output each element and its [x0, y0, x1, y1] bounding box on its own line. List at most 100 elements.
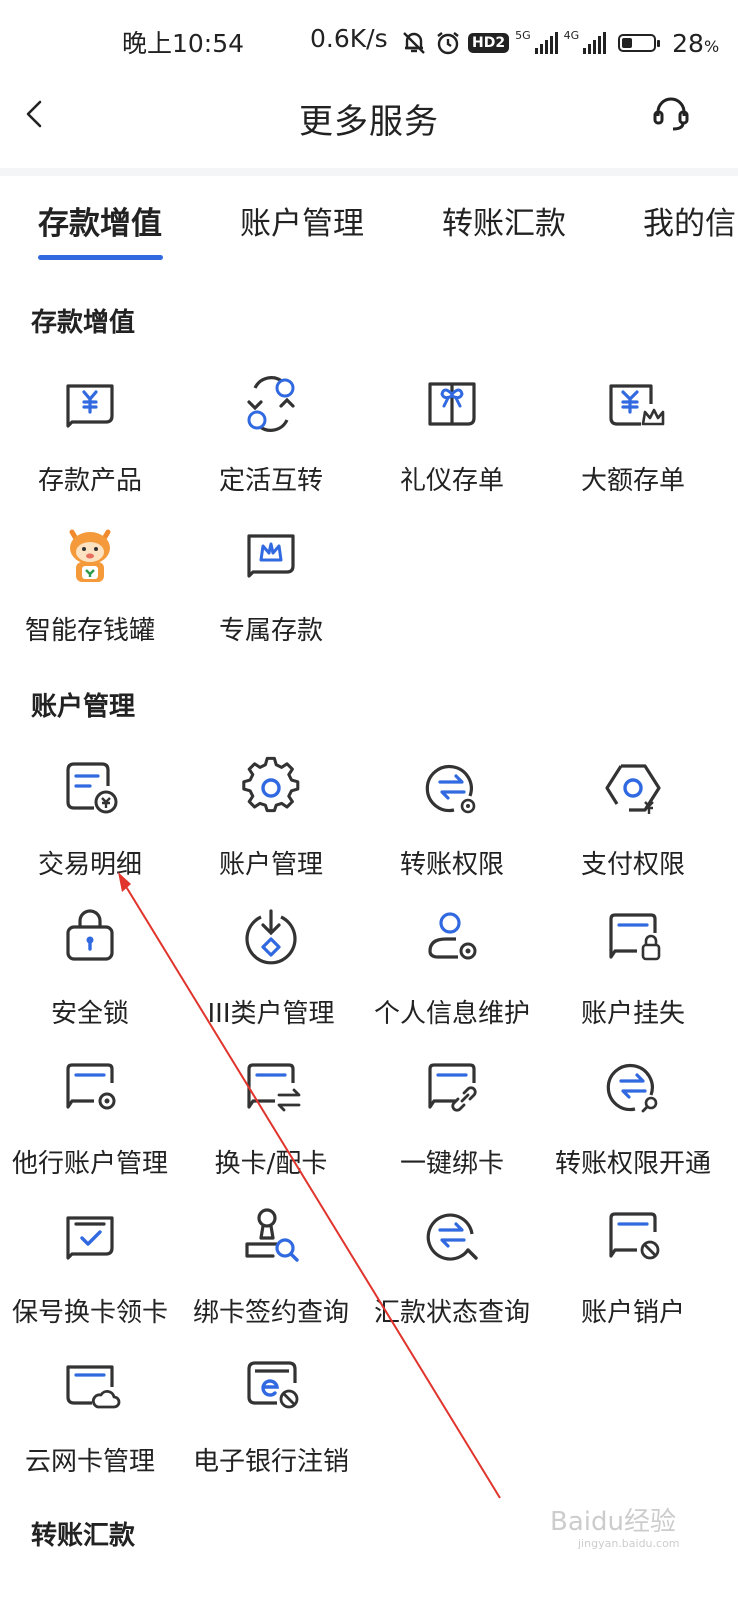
service-item[interactable]: 他行账户管理 — [0, 1055, 180, 1195]
service-label: 个人信息维护 — [373, 999, 530, 1029]
service-item[interactable]: 转账权限 — [362, 756, 542, 896]
ebank-cancel-icon — [247, 1361, 299, 1409]
service-label: 云网卡管理 — [24, 1447, 155, 1477]
service-item[interactable]: 支付权限 — [543, 756, 723, 896]
large-deposit-icon — [609, 384, 665, 426]
status-icons: HD2 5G 4G 28% — [400, 26, 719, 60]
alarm-icon — [437, 32, 459, 55]
app-header: 更多服务 — [0, 84, 738, 160]
section-title-transfer: 转账汇款 — [31, 1521, 136, 1551]
card-gear-icon — [66, 1063, 116, 1110]
service-item[interactable]: 专属存款 — [181, 522, 361, 662]
service-item[interactable]: 定活互转 — [181, 372, 361, 512]
service-item[interactable]: 交易明细 — [0, 756, 180, 896]
service-label: 交易明细 — [37, 850, 142, 880]
service-item[interactable]: 云网卡管理 — [0, 1353, 180, 1493]
service-item[interactable]: 一键绑卡 — [362, 1055, 542, 1195]
payment-permission-icon — [605, 764, 661, 814]
network-5g-label: 5G — [515, 28, 531, 42]
battery-icon — [618, 34, 661, 52]
battery-percent: 28% — [672, 28, 720, 58]
transaction-details-icon — [66, 762, 118, 814]
customer-service-headset-icon[interactable] — [650, 92, 692, 134]
service-label: 专属存款 — [218, 616, 323, 646]
service-label: 安全锁 — [50, 999, 129, 1029]
remittance-query-icon — [426, 1213, 478, 1261]
baidu-jingyan-watermark: Baidu经验 jingyan.baidu.com — [550, 1507, 680, 1550]
network-speed: 0.6K/s — [310, 24, 388, 53]
status-time: 晚上10:54 — [122, 29, 245, 58]
card-exchange-icon — [247, 1063, 301, 1112]
tab-deposit[interactable]: 存款增值 — [38, 198, 162, 243]
service-label: 支付权限 — [580, 850, 685, 880]
mute-bell-icon — [403, 32, 425, 54]
service-item[interactable]: III类户管理 — [181, 905, 361, 1045]
stamp-search-icon — [245, 1208, 299, 1262]
service-label: 存款产品 — [37, 466, 142, 496]
tab-my-credit[interactable]: 我的信 — [643, 198, 736, 243]
account-settings-icon — [242, 756, 300, 813]
service-label: 转账权限 — [399, 850, 504, 880]
service-label: 电子银行注销 — [192, 1447, 349, 1477]
service-label: 绑卡签约查询 — [192, 1298, 349, 1328]
card-link-icon — [428, 1063, 477, 1112]
service-item[interactable]: 电子银行注销 — [181, 1353, 361, 1493]
tab-transfer[interactable]: 转账汇款 — [442, 198, 566, 243]
network-4g-label: 4G — [563, 28, 580, 42]
user-settings-icon — [428, 912, 477, 960]
category-tabs: 存款增值 账户管理 转账汇款 我的信 — [0, 176, 738, 266]
section-title-deposit: 存款增值 — [31, 308, 136, 338]
service-label: 换卡/配卡 — [214, 1149, 328, 1179]
signal-4g-icon — [583, 32, 607, 54]
piggy-bank-mascot-icon — [69, 529, 111, 582]
service-label: III类户管理 — [207, 999, 335, 1029]
service-item[interactable]: 账户挂失 — [543, 905, 723, 1045]
service-label: 账户销户 — [580, 1298, 685, 1328]
svg-text:jingyan.baidu.com: jingyan.baidu.com — [577, 1537, 680, 1550]
exclusive-deposit-icon — [247, 534, 295, 578]
service-label: 保号换卡领卡 — [11, 1298, 168, 1328]
lock-icon — [66, 909, 114, 961]
service-item[interactable]: 礼仪存单 — [362, 372, 542, 512]
service-item[interactable]: 账户管理 — [181, 756, 361, 896]
service-label: 汇款状态查询 — [373, 1298, 530, 1328]
service-label: 礼仪存单 — [399, 466, 504, 496]
active-tab-indicator — [38, 255, 163, 260]
service-item[interactable]: 换卡/配卡 — [181, 1055, 361, 1195]
card-cancel-icon — [609, 1212, 660, 1260]
transfer-search-icon — [606, 1063, 658, 1113]
service-item[interactable]: 存款产品 — [0, 372, 180, 512]
deposit-product-icon — [66, 384, 114, 428]
service-label: 大额存单 — [580, 466, 685, 496]
header-divider — [0, 168, 738, 176]
svg-text:Baidu经验: Baidu经验 — [550, 1507, 676, 1537]
service-label: 账户挂失 — [580, 999, 685, 1029]
hd-badge: HD2 — [468, 33, 510, 53]
section-title-account: 账户管理 — [31, 692, 136, 722]
signal-5g-icon — [534, 32, 558, 54]
service-label: 账户管理 — [218, 850, 323, 880]
tab-account-management[interactable]: 账户管理 — [240, 198, 364, 243]
service-item[interactable]: 汇款状态查询 — [362, 1204, 542, 1344]
service-label: 一键绑卡 — [399, 1149, 504, 1179]
page-title: 更多服务 — [299, 102, 439, 142]
card-lock-icon — [609, 913, 661, 961]
service-item[interactable]: 个人信息维护 — [362, 905, 542, 1045]
service-label: 定活互转 — [218, 466, 323, 496]
service-item[interactable]: 智能存钱罐 — [0, 522, 180, 662]
status-bar: 晚上10:54 0.6K/s HD2 5G 4G 28% — [0, 0, 738, 84]
service-label: 智能存钱罐 — [24, 616, 155, 646]
cloud-card-icon — [66, 1365, 121, 1409]
service-item[interactable]: 账户销户 — [543, 1204, 723, 1344]
service-label: 转账权限开通 — [554, 1149, 711, 1179]
class3-account-icon — [245, 909, 297, 965]
service-label: 他行账户管理 — [11, 1149, 168, 1179]
fixed-demand-transfer-icon — [247, 376, 295, 432]
gift-certificate-icon — [428, 382, 476, 426]
service-item[interactable]: 绑卡签约查询 — [181, 1204, 361, 1344]
service-item[interactable]: 转账权限开通 — [543, 1055, 723, 1195]
transfer-permission-icon — [425, 764, 476, 814]
service-item[interactable]: 安全锁 — [0, 905, 180, 1045]
service-item[interactable]: 大额存单 — [543, 372, 723, 512]
service-item[interactable]: 保号换卡领卡 — [0, 1204, 180, 1344]
